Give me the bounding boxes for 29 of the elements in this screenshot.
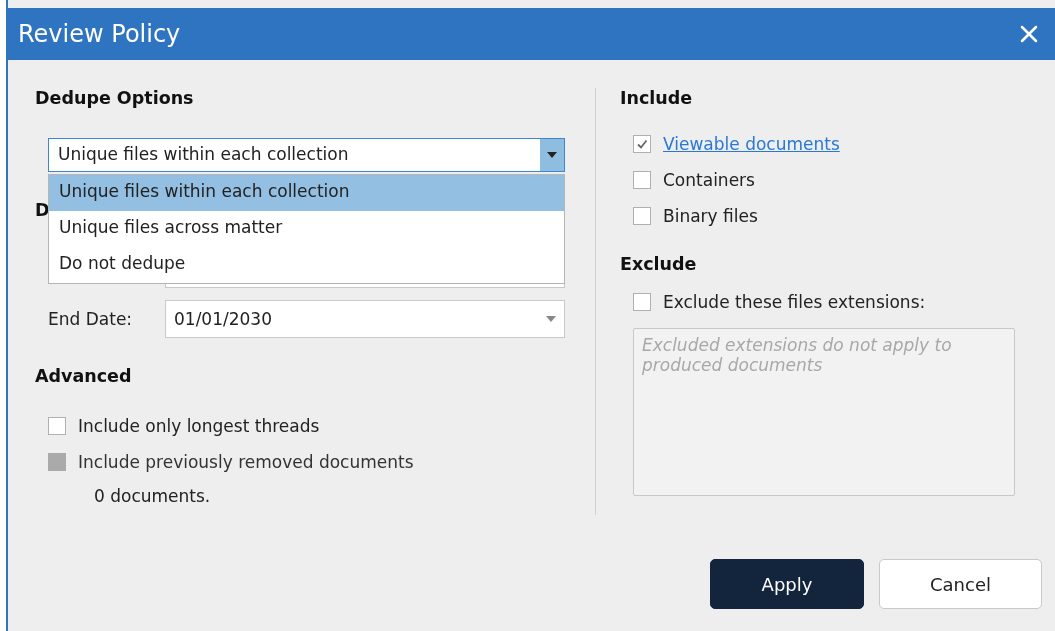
apply-button[interactable]: Apply — [710, 559, 864, 609]
dedupe-dropdown[interactable]: Unique files within each collection — [48, 138, 565, 172]
section-heading: Advanced — [35, 366, 133, 388]
checkbox[interactable] — [633, 207, 651, 225]
checkbox-label: Binary files — [663, 206, 758, 226]
section-heading: D — [35, 200, 51, 222]
checkbox[interactable] — [633, 293, 651, 311]
checkbox-label: Exclude these files extensions: — [663, 292, 926, 312]
extensions-field[interactable]: Excluded extensions do not apply to produced documents — [633, 328, 1015, 496]
dropdown-option[interactable]: Unique files within each collection — [49, 175, 564, 211]
section-heading: Include — [620, 88, 694, 110]
checkbox-link[interactable]: Viewable documents — [663, 134, 840, 154]
dropdown-arrow-button[interactable] — [540, 139, 564, 171]
end-date-field[interactable]: 01/01/2030 — [165, 300, 565, 338]
checkbox[interactable] — [48, 417, 66, 435]
caret-icon — [547, 152, 557, 158]
section-heading: Dedupe Options — [35, 88, 195, 110]
section-heading: Exclude — [620, 254, 698, 276]
cancel-button[interactable]: Cancel — [879, 559, 1042, 609]
checkbox-label: Containers — [663, 170, 755, 190]
checkbox-label: Include only longest threads — [78, 416, 320, 436]
checkbox[interactable] — [633, 171, 651, 189]
field-label: End Date: — [48, 309, 134, 329]
caret-icon — [546, 316, 556, 322]
check-icon — [636, 138, 648, 150]
window-title: Review Policy — [18, 20, 181, 48]
checkbox[interactable] — [633, 135, 651, 153]
document-count: 0 documents. — [94, 486, 212, 506]
checkbox-label: Include previously removed documents — [78, 452, 414, 472]
